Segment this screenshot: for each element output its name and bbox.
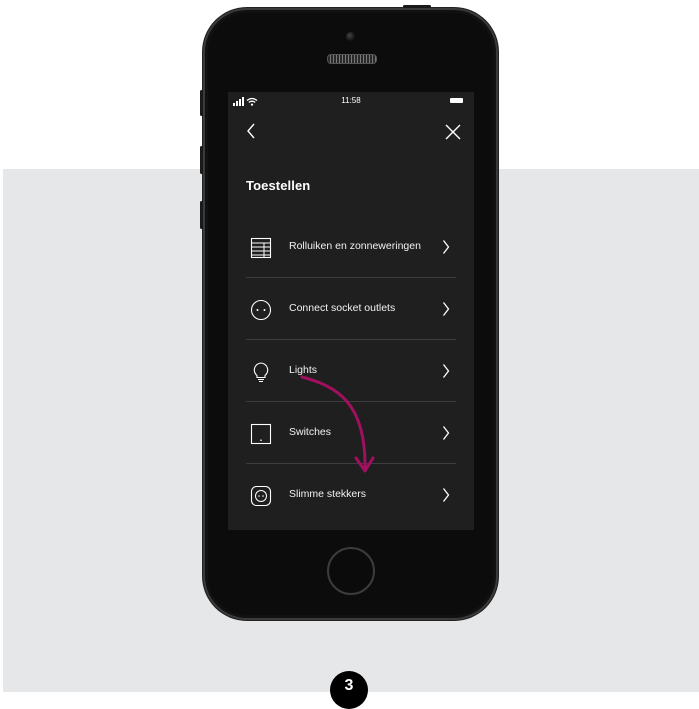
list-item-label: Slimme stekkers xyxy=(289,488,367,500)
mute-switch xyxy=(200,90,203,116)
chevron-right-icon xyxy=(442,426,450,440)
status-time: 11:58 xyxy=(341,96,361,105)
light-bulb-icon xyxy=(253,362,269,382)
list-item-label: Rolluiken en zonneweringen xyxy=(289,240,421,252)
earpiece-speaker xyxy=(327,54,377,64)
switch-icon xyxy=(250,423,272,445)
volume-down-button xyxy=(200,201,203,229)
socket-outlet-icon xyxy=(250,299,272,321)
battery-icon xyxy=(450,98,463,103)
page-title: Toestellen xyxy=(246,178,311,193)
front-camera xyxy=(346,32,355,41)
list-item-lights[interactable]: Lights xyxy=(228,340,474,402)
step-number-badge: 3 xyxy=(330,671,368,709)
status-bar: 11:58 xyxy=(228,92,474,110)
chevron-right-icon xyxy=(442,302,450,316)
back-chevron-icon[interactable] xyxy=(243,121,259,141)
list-item-switches[interactable]: Switches xyxy=(228,402,474,464)
shutter-icon xyxy=(250,237,272,259)
list-item-label: Switches xyxy=(289,426,332,438)
chevron-right-icon xyxy=(442,240,450,254)
chevron-right-icon xyxy=(442,364,450,378)
phone-screen: 11:58 Toestellen Rolluiken en zonnewerin… xyxy=(228,92,474,530)
home-button[interactable] xyxy=(327,547,375,595)
chevron-right-icon xyxy=(442,488,450,502)
power-button xyxy=(403,5,431,8)
close-icon[interactable] xyxy=(443,122,463,142)
device-list: Rolluiken en zonneweringen Connect socke… xyxy=(228,216,474,526)
phone-frame: 11:58 Toestellen Rolluiken en zonnewerin… xyxy=(200,5,498,620)
list-item-shutters[interactable]: Rolluiken en zonneweringen xyxy=(228,216,474,278)
list-item-label: Connect socket outlets xyxy=(289,302,396,314)
list-item-smart-plugs[interactable]: Slimme stekkers xyxy=(228,464,474,526)
smart-plug-icon xyxy=(250,485,272,507)
volume-up-button xyxy=(200,146,203,174)
list-item-socket-outlets[interactable]: Connect socket outlets xyxy=(228,278,474,340)
list-item-label: Lights xyxy=(289,364,318,376)
